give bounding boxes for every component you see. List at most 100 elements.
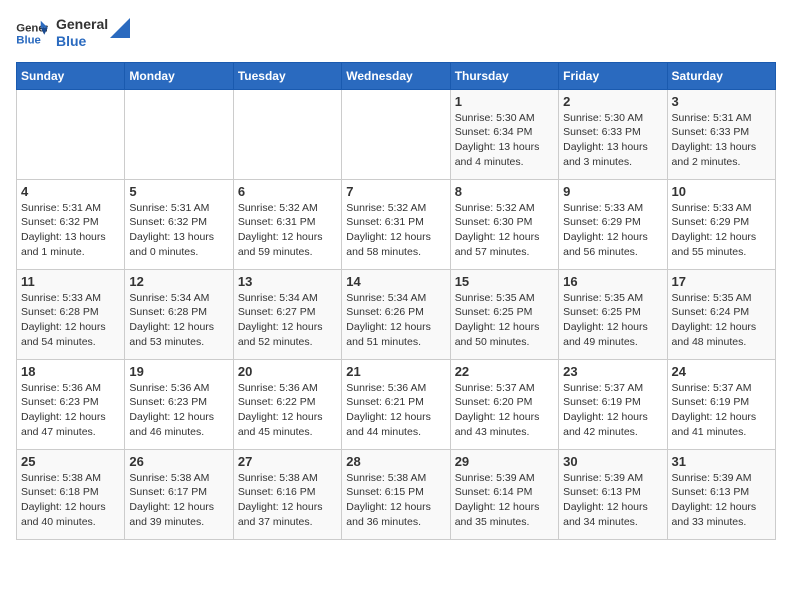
day-info: Sunrise: 5:31 AM Sunset: 6:32 PM Dayligh… [21,201,120,260]
weekday-header-saturday: Saturday [667,62,775,89]
day-number: 9 [563,184,662,199]
day-info: Sunrise: 5:36 AM Sunset: 6:22 PM Dayligh… [238,381,337,440]
day-info: Sunrise: 5:32 AM Sunset: 6:31 PM Dayligh… [238,201,337,260]
day-number: 7 [346,184,445,199]
calendar-cell: 14 Sunrise: 5:34 AM Sunset: 6:26 PM Dayli… [342,269,450,359]
day-info: Sunrise: 5:35 AM Sunset: 6:25 PM Dayligh… [563,291,662,350]
day-number: 14 [346,274,445,289]
calendar-cell: 13 Sunrise: 5:34 AM Sunset: 6:27 PM Dayli… [233,269,341,359]
calendar-cell: 3 Sunrise: 5:31 AM Sunset: 6:33 PM Daylig… [667,89,775,179]
calendar-cell [125,89,233,179]
calendar-cell: 20Sunrise: 5:36 AM Sunset: 6:22 PM Dayli… [233,359,341,449]
day-info: Sunrise: 5:38 AM Sunset: 6:15 PM Dayligh… [346,471,445,530]
day-number: 4 [21,184,120,199]
day-number: 16 [563,274,662,289]
day-info: Sunrise: 5:36 AM Sunset: 6:23 PM Dayligh… [129,381,228,440]
calendar-cell: 30 Sunrise: 5:39 AM Sunset: 6:13 PM Dayli… [559,449,667,539]
day-number: 18 [21,364,120,379]
day-number: 26 [129,454,228,469]
day-number: 23 [563,364,662,379]
day-number: 25 [21,454,120,469]
calendar-cell: 18Sunrise: 5:36 AM Sunset: 6:23 PM Dayli… [17,359,125,449]
day-number: 28 [346,454,445,469]
day-info: Sunrise: 5:34 AM Sunset: 6:26 PM Dayligh… [346,291,445,350]
day-info: Sunrise: 5:39 AM Sunset: 6:13 PM Dayligh… [672,471,771,530]
calendar-cell: 8 Sunrise: 5:32 AM Sunset: 6:30 PM Daylig… [450,179,558,269]
svg-text:Blue: Blue [16,34,41,46]
logo-icon: General Blue [16,19,48,47]
day-number: 22 [455,364,554,379]
day-info: Sunrise: 5:38 AM Sunset: 6:17 PM Dayligh… [129,471,228,530]
calendar-cell: 21Sunrise: 5:36 AM Sunset: 6:21 PM Dayli… [342,359,450,449]
day-info: Sunrise: 5:38 AM Sunset: 6:16 PM Dayligh… [238,471,337,530]
calendar-cell: 25 Sunrise: 5:38 AM Sunset: 6:18 PM Dayli… [17,449,125,539]
calendar-cell: 5Sunrise: 5:31 AM Sunset: 6:32 PM Daylig… [125,179,233,269]
day-number: 1 [455,94,554,109]
day-info: Sunrise: 5:33 AM Sunset: 6:29 PM Dayligh… [563,201,662,260]
day-number: 11 [21,274,120,289]
day-number: 31 [672,454,771,469]
day-info: Sunrise: 5:30 AM Sunset: 6:33 PM Dayligh… [563,111,662,170]
day-info: Sunrise: 5:37 AM Sunset: 6:20 PM Dayligh… [455,381,554,440]
calendar-week-row: 4 Sunrise: 5:31 AM Sunset: 6:32 PM Daylig… [17,179,776,269]
calendar-cell: 31 Sunrise: 5:39 AM Sunset: 6:13 PM Dayli… [667,449,775,539]
day-number: 30 [563,454,662,469]
day-info: Sunrise: 5:35 AM Sunset: 6:24 PM Dayligh… [672,291,771,350]
calendar-cell: 28 Sunrise: 5:38 AM Sunset: 6:15 PM Dayli… [342,449,450,539]
calendar-cell: 6 Sunrise: 5:32 AM Sunset: 6:31 PM Daylig… [233,179,341,269]
calendar-cell: 16 Sunrise: 5:35 AM Sunset: 6:25 PM Dayli… [559,269,667,359]
calendar-cell: 12Sunrise: 5:34 AM Sunset: 6:28 PM Dayli… [125,269,233,359]
day-info: Sunrise: 5:34 AM Sunset: 6:27 PM Dayligh… [238,291,337,350]
day-info: Sunrise: 5:33 AM Sunset: 6:28 PM Dayligh… [21,291,120,350]
day-number: 15 [455,274,554,289]
day-info: Sunrise: 5:37 AM Sunset: 6:19 PM Dayligh… [672,381,771,440]
day-number: 8 [455,184,554,199]
calendar-table: SundayMondayTuesdayWednesdayThursdayFrid… [16,62,776,540]
calendar-cell: 19 Sunrise: 5:36 AM Sunset: 6:23 PM Dayli… [125,359,233,449]
day-info: Sunrise: 5:31 AM Sunset: 6:33 PM Dayligh… [672,111,771,170]
day-info: Sunrise: 5:34 AM Sunset: 6:28 PM Dayligh… [129,291,228,350]
day-info: Sunrise: 5:32 AM Sunset: 6:30 PM Dayligh… [455,201,554,260]
weekday-header-monday: Monday [125,62,233,89]
calendar-cell: 9 Sunrise: 5:33 AM Sunset: 6:29 PM Daylig… [559,179,667,269]
weekday-header-tuesday: Tuesday [233,62,341,89]
day-info: Sunrise: 5:30 AM Sunset: 6:34 PM Dayligh… [455,111,554,170]
calendar-cell: 15 Sunrise: 5:35 AM Sunset: 6:25 PM Dayli… [450,269,558,359]
calendar-cell [233,89,341,179]
calendar-cell: 23 Sunrise: 5:37 AM Sunset: 6:19 PM Dayli… [559,359,667,449]
day-info: Sunrise: 5:33 AM Sunset: 6:29 PM Dayligh… [672,201,771,260]
calendar-week-row: 18 Sunrise: 5:36 AM Sunset: 6:23 PM Dayli… [17,359,776,449]
day-info: Sunrise: 5:39 AM Sunset: 6:13 PM Dayligh… [563,471,662,530]
calendar-cell: 4 Sunrise: 5:31 AM Sunset: 6:32 PM Daylig… [17,179,125,269]
day-number: 29 [455,454,554,469]
day-info: Sunrise: 5:36 AM Sunset: 6:21 PM Dayligh… [346,381,445,440]
day-number: 13 [238,274,337,289]
calendar-cell: 27 Sunrise: 5:38 AM Sunset: 6:16 PM Dayli… [233,449,341,539]
calendar-cell: 7 Sunrise: 5:32 AM Sunset: 6:31 PM Daylig… [342,179,450,269]
day-info: Sunrise: 5:32 AM Sunset: 6:31 PM Dayligh… [346,201,445,260]
day-info: Sunrise: 5:37 AM Sunset: 6:19 PM Dayligh… [563,381,662,440]
calendar-cell: 17Sunrise: 5:35 AM Sunset: 6:24 PM Dayli… [667,269,775,359]
calendar-cell: 2Sunrise: 5:30 AM Sunset: 6:33 PM Daylig… [559,89,667,179]
logo: General Blue General Blue [16,16,130,50]
day-number: 27 [238,454,337,469]
day-number: 19 [129,364,228,379]
calendar-cell: 22 Sunrise: 5:37 AM Sunset: 6:20 PM Dayli… [450,359,558,449]
logo-general: General [56,16,108,33]
calendar-cell: 29 Sunrise: 5:39 AM Sunset: 6:14 PM Dayli… [450,449,558,539]
day-info: Sunrise: 5:35 AM Sunset: 6:25 PM Dayligh… [455,291,554,350]
day-number: 5 [129,184,228,199]
logo-triangle-icon [110,18,130,38]
calendar-cell: 10Sunrise: 5:33 AM Sunset: 6:29 PM Dayli… [667,179,775,269]
weekday-header-friday: Friday [559,62,667,89]
weekday-header-wednesday: Wednesday [342,62,450,89]
calendar-cell: 24Sunrise: 5:37 AM Sunset: 6:19 PM Dayli… [667,359,775,449]
calendar-cell [17,89,125,179]
weekday-header-thursday: Thursday [450,62,558,89]
day-number: 6 [238,184,337,199]
weekday-header-row: SundayMondayTuesdayWednesdayThursdayFrid… [17,62,776,89]
day-info: Sunrise: 5:39 AM Sunset: 6:14 PM Dayligh… [455,471,554,530]
logo-blue: Blue [56,33,108,50]
day-number: 3 [672,94,771,109]
day-info: Sunrise: 5:38 AM Sunset: 6:18 PM Dayligh… [21,471,120,530]
